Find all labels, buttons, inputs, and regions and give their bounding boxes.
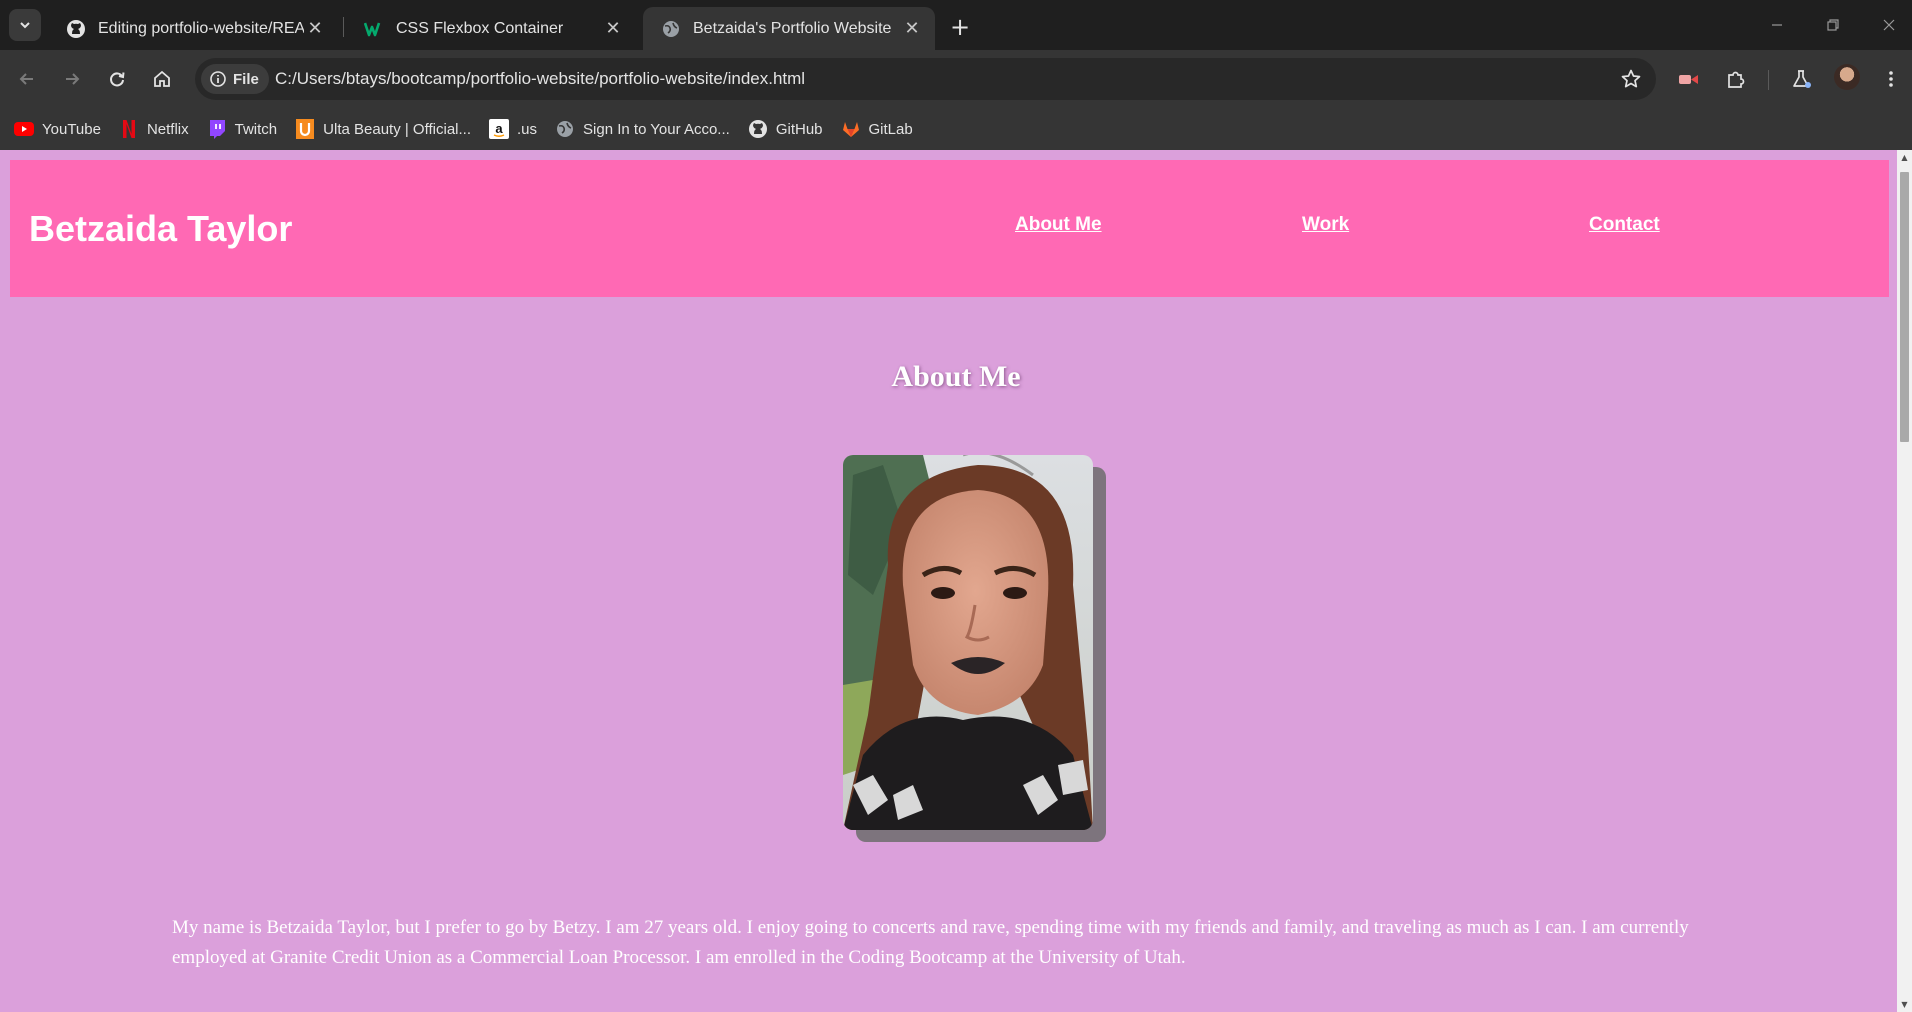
home-icon [154, 70, 170, 87]
nav-link-contact[interactable]: Contact [1589, 214, 1660, 236]
extension-action-button[interactable] [1672, 62, 1706, 96]
bookmark-netflix[interactable]: Netflix [119, 119, 189, 139]
bookmark-ulta[interactable]: Ulta Beauty | Official... [295, 119, 471, 139]
bookmark-label: GitHub [775, 120, 823, 138]
bookmark-star-button[interactable] [1618, 66, 1644, 92]
file-chip-label: File [233, 70, 259, 88]
globe-icon [555, 119, 575, 139]
bookmark-label: YouTube [42, 120, 101, 138]
menu-button[interactable] [1874, 62, 1908, 96]
address-bar[interactable]: File C:/Users/btays/bootcamp/portfolio-w… [195, 58, 1656, 100]
page-scrollbar[interactable]: ▲ ▼ [1897, 150, 1912, 1012]
tab-separator [343, 17, 344, 37]
home-button[interactable] [145, 62, 179, 96]
page-viewport: Betzaida Taylor About Me Work Contact Ab… [0, 150, 1912, 1012]
profile-avatar[interactable] [1834, 64, 1860, 90]
minimize-icon [1772, 24, 1782, 26]
bookmark-label: Twitch [234, 120, 278, 138]
close-icon[interactable]: ✕ [901, 18, 923, 40]
globe-icon [661, 19, 681, 39]
ulta-icon [295, 119, 315, 139]
close-icon[interactable]: ✕ [304, 18, 326, 40]
window-close-button[interactable] [1874, 10, 1904, 40]
chevron-down-icon [20, 22, 30, 29]
site-info-chip[interactable]: File [201, 64, 269, 94]
scrollbar-thumb[interactable] [1900, 172, 1909, 442]
bookmark-github[interactable]: GitHub [748, 119, 823, 139]
close-icon [1883, 19, 1895, 31]
tab-title: Betzaida's Portfolio Website [693, 19, 892, 37]
minimize-button[interactable] [1762, 10, 1792, 40]
bookmark-label: Netflix [146, 120, 189, 138]
info-icon [210, 71, 226, 87]
forward-button[interactable] [55, 62, 89, 96]
github-icon [748, 119, 768, 139]
about-me-heading: About Me [891, 360, 1021, 393]
profile-photo [843, 455, 1093, 830]
tab-title: Editing portfolio-website/README [98, 19, 304, 37]
video-extension-icon [1679, 75, 1698, 84]
arrow-left-icon [19, 73, 33, 85]
toolbar-separator [1768, 70, 1769, 90]
bookmark-gitlab[interactable]: GitLab [841, 119, 913, 139]
nav-link-about-me[interactable]: About Me [1015, 214, 1102, 236]
reload-icon [110, 72, 125, 87]
w3schools-icon [364, 19, 384, 39]
scroll-up-icon[interactable]: ▲ [1900, 153, 1909, 162]
github-icon [66, 19, 86, 39]
site-name: Betzaida Taylor [29, 208, 293, 249]
twitch-icon [207, 119, 227, 139]
restore-icon [1827, 19, 1839, 31]
star-icon [1621, 69, 1641, 88]
bookmark-twitch[interactable]: Twitch [207, 119, 278, 139]
svg-text:a: a [495, 121, 503, 136]
bookmark-amazon[interactable]: a .us [489, 119, 537, 139]
about-me-bio: My name is Betzaida Taylor, but I prefer… [172, 917, 1689, 968]
bookmark-label: Sign In to Your Acco... [583, 120, 730, 138]
arrow-right-icon [66, 73, 80, 85]
nav-link-work[interactable]: Work [1302, 214, 1349, 236]
flask-icon [1793, 70, 1811, 88]
bookmarks-bar: YouTube Netflix Twitch Ulta Beauty | Off… [0, 108, 1912, 150]
extensions-button[interactable] [1719, 62, 1753, 96]
browser-toolbar: File C:/Users/btays/bootcamp/portfolio-w… [0, 50, 1912, 108]
gitlab-icon [841, 119, 861, 139]
tab-search-button[interactable] [9, 9, 41, 41]
netflix-icon [119, 119, 139, 139]
labs-button[interactable] [1784, 62, 1818, 96]
restore-button[interactable] [1818, 10, 1848, 40]
tab-github-readme[interactable]: Editing portfolio-website/README ✕ [48, 7, 338, 50]
bookmark-youtube[interactable]: YouTube [14, 119, 101, 139]
close-icon[interactable]: ✕ [602, 18, 624, 40]
site-header: Betzaida Taylor About Me Work Contact [10, 160, 1889, 297]
back-button[interactable] [10, 62, 44, 96]
reload-button[interactable] [100, 62, 134, 96]
more-vert-icon [1889, 71, 1893, 87]
bookmark-label: GitLab [868, 120, 913, 138]
bookmark-label: Ulta Beauty | Official... [323, 120, 472, 138]
url-text[interactable]: C:/Users/btays/bootcamp/portfolio-websit… [275, 58, 805, 100]
tab-css-flexbox[interactable]: CSS Flexbox Container ✕ [346, 7, 636, 50]
amazon-icon: a [489, 119, 510, 139]
scroll-down-icon[interactable]: ▼ [1900, 1000, 1909, 1009]
youtube-icon [14, 119, 34, 139]
puzzle-icon [1728, 71, 1745, 88]
tab-portfolio[interactable]: Betzaida's Portfolio Website ✕ [643, 7, 935, 50]
bookmark-label: .us [517, 120, 538, 138]
new-tab-button[interactable]: + [945, 12, 975, 42]
tab-title: CSS Flexbox Container [396, 19, 564, 37]
bookmark-sign-in[interactable]: Sign In to Your Acco... [555, 119, 730, 139]
tab-strip: Editing portfolio-website/README ✕ CSS F… [0, 0, 1912, 50]
